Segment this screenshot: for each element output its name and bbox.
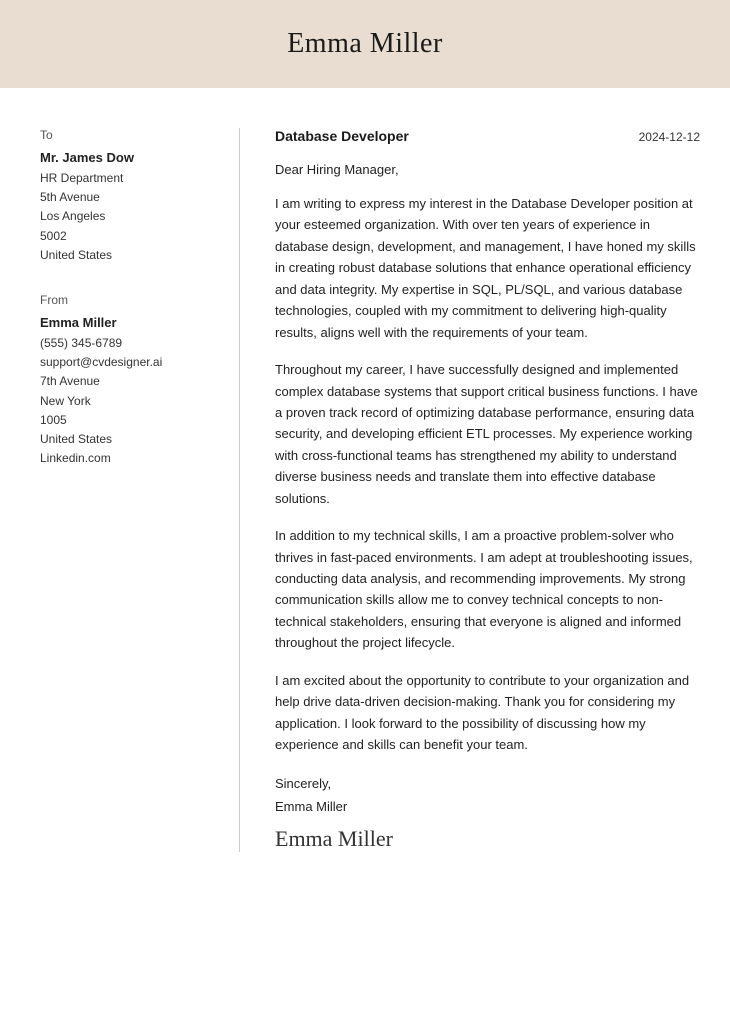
paragraph-2: Throughout my career, I have successfull… (275, 359, 700, 509)
recipient-country: United States (40, 246, 209, 265)
paragraph-1: I am writing to express my interest in t… (275, 193, 700, 343)
letter-date: 2024-12-12 (639, 130, 700, 144)
sender-linkedin: Linkedin.com (40, 449, 209, 468)
recipient-city: Los Angeles (40, 207, 209, 226)
closing-block: Sincerely, Emma Miller (275, 772, 700, 819)
sender-street: 7th Avenue (40, 372, 209, 391)
sender-city: New York (40, 392, 209, 411)
left-column: To Mr. James Dow HR Department 5th Avenu… (40, 128, 240, 852)
closing-name: Emma Miller (275, 795, 700, 818)
salutation: Dear Hiring Manager, (275, 162, 700, 177)
applicant-name: Emma Miller (40, 28, 690, 60)
job-title-row: Database Developer 2024-12-12 (275, 128, 700, 144)
recipient-zip: 5002 (40, 227, 209, 246)
sender-country: United States (40, 430, 209, 449)
paragraph-4: I am excited about the opportunity to co… (275, 670, 700, 756)
recipient-street: 5th Avenue (40, 188, 209, 207)
to-label: To (40, 128, 209, 142)
to-section: To Mr. James Dow HR Department 5th Avenu… (40, 128, 209, 265)
recipient-dept: HR Department (40, 169, 209, 188)
sender-name: Emma Miller (40, 315, 209, 330)
sender-phone: (555) 345-6789 (40, 334, 209, 353)
right-column: Database Developer 2024-12-12 Dear Hirin… (240, 128, 700, 852)
sender-email: support@cvdesigner.ai (40, 353, 209, 372)
page-header: Emma Miller (0, 0, 730, 88)
recipient-name: Mr. James Dow (40, 150, 209, 165)
sender-zip: 1005 (40, 411, 209, 430)
paragraph-3: In addition to my technical skills, I am… (275, 525, 700, 654)
from-label: From (40, 293, 209, 307)
job-title: Database Developer (275, 128, 409, 144)
from-section: From Emma Miller (555) 345-6789 support@… (40, 293, 209, 468)
closing-sincerely: Sincerely, (275, 772, 700, 795)
main-content: To Mr. James Dow HR Department 5th Avenu… (0, 88, 730, 892)
signature: Emma Miller (275, 826, 700, 852)
